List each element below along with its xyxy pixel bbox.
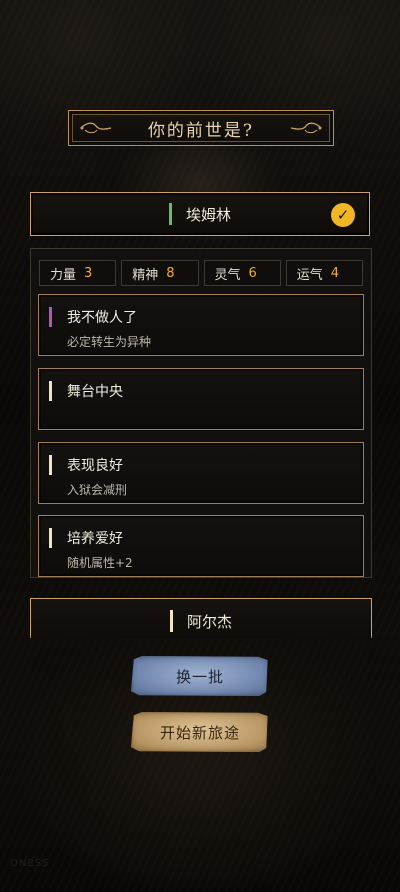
talent-name: 培养爱好 <box>67 531 123 547</box>
selected-life-header[interactable]: 埃姆林 ✓ <box>30 192 370 236</box>
talent-name: 舞台中央 <box>67 384 123 400</box>
page-title: 你的前世是? <box>147 120 255 141</box>
flourish-left-icon <box>80 122 112 134</box>
talent-card[interactable]: 舞台中央 <box>38 368 364 430</box>
stat-label: 运气 <box>296 267 323 283</box>
stat-value: 3 <box>84 265 93 281</box>
flourish-right-icon <box>290 122 322 134</box>
talent-name: 表现良好 <box>67 458 123 474</box>
stat-value: 6 <box>248 265 257 281</box>
talent-name: 我不做人了 <box>67 310 137 326</box>
stat-spirit: 精神 8 <box>121 260 199 286</box>
check-icon: ✓ <box>331 203 355 227</box>
talent-desc: 必定转生为异种 <box>67 335 152 349</box>
talent-card[interactable]: 我不做人了 必定转生为异种 <box>38 294 364 356</box>
start-journey-button[interactable]: 开始新旅途 <box>131 712 268 752</box>
next-life-header[interactable]: 阿尔杰 <box>30 598 372 638</box>
stat-strength: 力量 3 <box>39 260 117 286</box>
selected-life-name: 埃姆林 <box>185 205 231 224</box>
stat-luck: 运气 4 <box>285 260 363 286</box>
stat-aura: 灵气 6 <box>203 260 281 286</box>
talent-accent-bar <box>49 307 52 327</box>
talent-desc: 入狱会减刑 <box>67 483 128 497</box>
talent-card[interactable]: 表现良好 入狱会减刑 <box>38 442 364 504</box>
next-life-name: 阿尔杰 <box>186 612 232 631</box>
talent-accent-bar <box>49 455 52 475</box>
life-detail-panel: 力量 3 精神 8 灵气 6 运气 4 我不做人了 必定转生为异种 舞台中央 表… <box>30 248 372 578</box>
stat-value: 4 <box>330 265 340 281</box>
talent-accent-bar <box>49 381 52 401</box>
stat-label: 力量 <box>50 267 77 283</box>
selected-accent-bar <box>168 203 172 225</box>
stat-label: 精神 <box>132 267 159 283</box>
talent-accent-bar <box>49 528 52 548</box>
refresh-button[interactable]: 换一批 <box>131 656 268 696</box>
watermark-text: ONESS <box>10 858 50 869</box>
talent-card[interactable]: 培养爱好 随机属性+2 <box>38 515 364 577</box>
talent-desc: 随机属性+2 <box>67 556 133 570</box>
stat-value: 8 <box>166 265 175 281</box>
stats-row: 力量 3 精神 8 灵气 6 运气 4 <box>39 260 363 286</box>
title-banner: 你的前世是? <box>68 110 334 146</box>
stat-label: 灵气 <box>214 267 241 283</box>
next-accent-bar <box>169 610 173 632</box>
